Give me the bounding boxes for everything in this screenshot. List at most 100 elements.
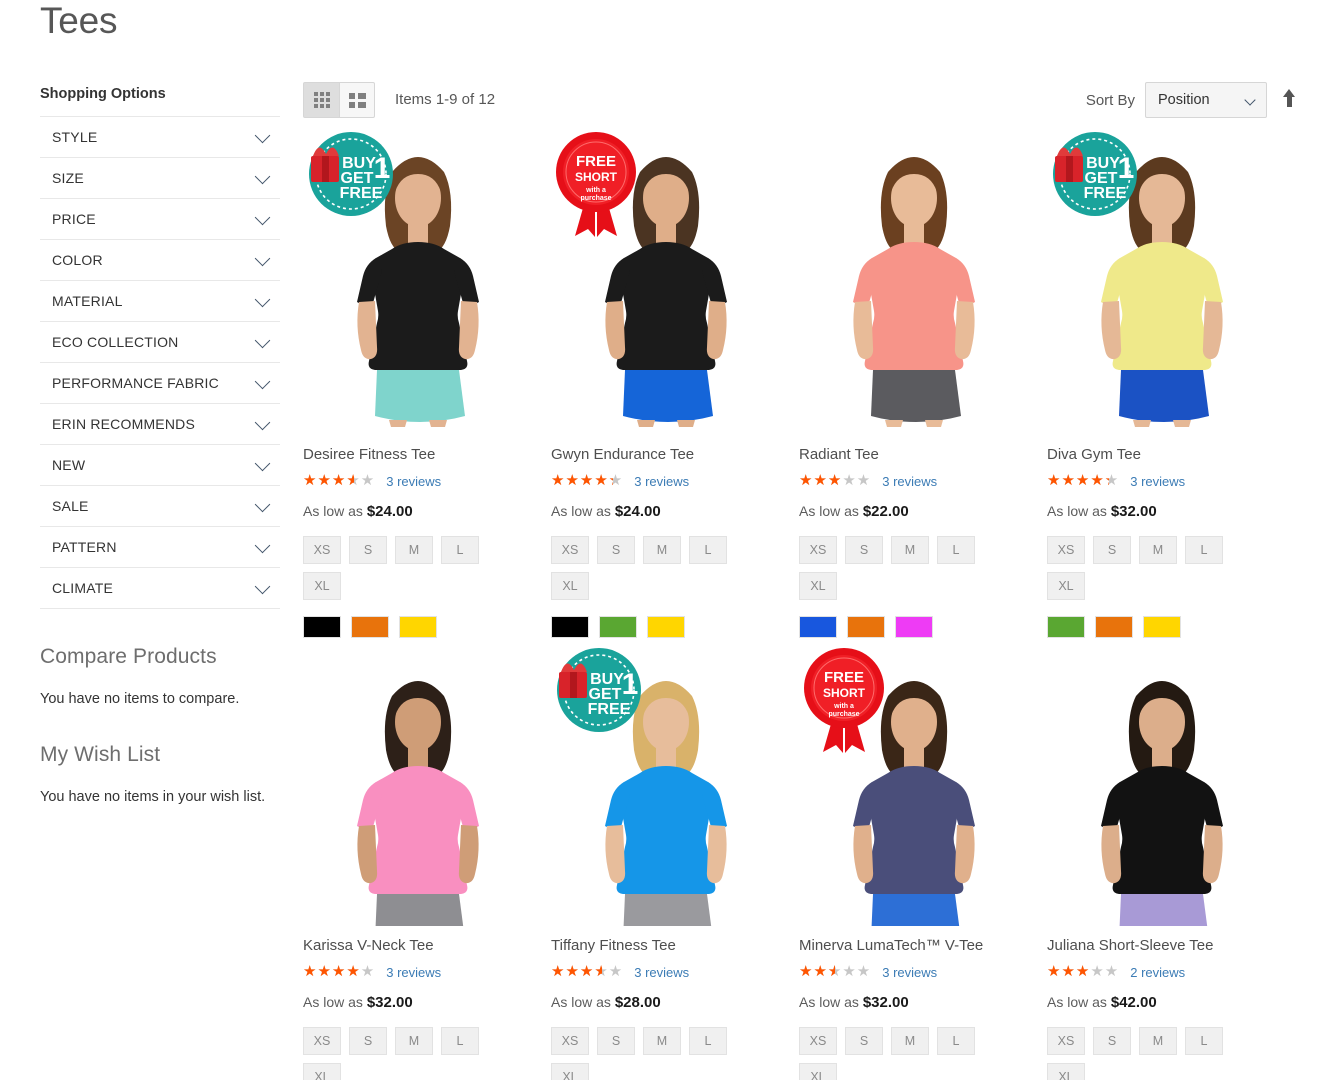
- product-name[interactable]: Gwyn Endurance Tee: [551, 445, 799, 465]
- review-count-link[interactable]: 3 reviews: [882, 474, 937, 489]
- product-name[interactable]: Radiant Tee: [799, 445, 1047, 465]
- size-swatch[interactable]: M: [395, 1027, 433, 1055]
- review-count-link[interactable]: 3 reviews: [386, 965, 441, 980]
- color-swatch[interactable]: [895, 616, 933, 638]
- filter-new[interactable]: NEW: [40, 445, 280, 486]
- filter-size[interactable]: SIZE: [40, 158, 280, 199]
- product-name[interactable]: Diva Gym Tee: [1047, 445, 1295, 465]
- size-swatch[interactable]: XS: [799, 536, 837, 564]
- color-swatch[interactable]: [351, 616, 389, 638]
- size-swatch[interactable]: XS: [303, 536, 341, 564]
- product-image[interactable]: BUY GET 1 FREE: [551, 646, 781, 926]
- size-swatch[interactable]: S: [1093, 536, 1131, 564]
- size-swatch[interactable]: S: [845, 1027, 883, 1055]
- size-swatch[interactable]: S: [1093, 1027, 1131, 1055]
- size-swatch[interactable]: XL: [799, 572, 837, 600]
- sort-ascending-icon[interactable]: [1281, 88, 1299, 112]
- color-swatch[interactable]: [399, 616, 437, 638]
- product-image[interactable]: BUY GET 1 FREE: [1047, 130, 1277, 435]
- product-image[interactable]: [799, 130, 1029, 435]
- color-swatch[interactable]: [1095, 616, 1133, 638]
- color-swatch[interactable]: [647, 616, 685, 638]
- product-name[interactable]: Minerva LumaTech™ V-Tee: [799, 936, 1047, 956]
- size-swatch[interactable]: S: [845, 536, 883, 564]
- size-swatch[interactable]: M: [395, 536, 433, 564]
- product-card[interactable]: FREE SHORT with a purchase Minerva LumaT…: [799, 646, 1047, 1080]
- filter-style[interactable]: STYLE: [40, 117, 280, 158]
- product-name[interactable]: Karissa V-Neck Tee: [303, 936, 551, 956]
- size-swatch[interactable]: L: [1185, 1027, 1223, 1055]
- filter-color[interactable]: COLOR: [40, 240, 280, 281]
- size-swatch[interactable]: XS: [551, 536, 589, 564]
- filter-climate[interactable]: CLIMATE: [40, 568, 280, 609]
- size-swatch[interactable]: XS: [1047, 1027, 1085, 1055]
- size-swatch[interactable]: XL: [1047, 1063, 1085, 1080]
- review-count-link[interactable]: 2 reviews: [1130, 965, 1185, 980]
- color-swatch[interactable]: [303, 616, 341, 638]
- filter-eco-collection[interactable]: ECO COLLECTION: [40, 322, 280, 363]
- product-image[interactable]: [303, 646, 533, 926]
- size-swatch[interactable]: S: [597, 1027, 635, 1055]
- size-swatch[interactable]: L: [937, 536, 975, 564]
- filter-price[interactable]: PRICE: [40, 199, 280, 240]
- size-swatch[interactable]: M: [643, 1027, 681, 1055]
- size-swatch[interactable]: XS: [551, 1027, 589, 1055]
- size-swatch[interactable]: L: [441, 536, 479, 564]
- filter-material[interactable]: MATERIAL: [40, 281, 280, 322]
- size-swatch[interactable]: XS: [1047, 536, 1085, 564]
- color-swatch[interactable]: [847, 616, 885, 638]
- size-swatch[interactable]: XL: [303, 572, 341, 600]
- product-name[interactable]: Tiffany Fitness Tee: [551, 936, 799, 956]
- grid-view-icon[interactable]: [303, 82, 339, 118]
- size-swatch[interactable]: XL: [799, 1063, 837, 1080]
- product-card[interactable]: Juliana Short-Sleeve Tee ★★★★★ ★★★★★ 2 r…: [1047, 646, 1295, 1080]
- review-count-link[interactable]: 3 reviews: [634, 474, 689, 489]
- review-count-link[interactable]: 3 reviews: [1130, 474, 1185, 489]
- size-swatch[interactable]: S: [349, 1027, 387, 1055]
- size-swatch[interactable]: XL: [1047, 572, 1085, 600]
- size-swatch[interactable]: XL: [551, 572, 589, 600]
- color-swatch[interactable]: [551, 616, 589, 638]
- product-card[interactable]: FREE SHORT with a purchase Gwyn Enduranc…: [551, 130, 799, 638]
- filter-sale[interactable]: SALE: [40, 486, 280, 527]
- size-swatch[interactable]: M: [1139, 536, 1177, 564]
- color-swatch[interactable]: [1047, 616, 1085, 638]
- size-swatch[interactable]: L: [689, 536, 727, 564]
- size-swatch[interactable]: L: [1185, 536, 1223, 564]
- size-swatch[interactable]: L: [689, 1027, 727, 1055]
- product-card[interactable]: Radiant Tee ★★★★★ ★★★★★ 3 reviews As low…: [799, 130, 1047, 638]
- size-swatch[interactable]: S: [597, 536, 635, 564]
- product-image[interactable]: FREE SHORT with a purchase: [551, 130, 781, 435]
- product-card[interactable]: BUY GET 1 FREE Desiree Fitness Tee ★★★★★…: [303, 130, 551, 638]
- product-card[interactable]: BUY GET 1 FREE Diva Gym Tee ★★★★★ ★★★★★ …: [1047, 130, 1295, 638]
- list-view-icon[interactable]: [339, 82, 375, 118]
- color-swatch[interactable]: [799, 616, 837, 638]
- product-card[interactable]: BUY GET 1 FREE Tiffany Fitness Tee ★★★★★…: [551, 646, 799, 1080]
- product-image[interactable]: FREE SHORT with a purchase: [799, 646, 1029, 926]
- size-swatch[interactable]: XL: [303, 1063, 341, 1080]
- size-swatch[interactable]: XS: [303, 1027, 341, 1055]
- size-swatch[interactable]: M: [643, 536, 681, 564]
- product-image[interactable]: [1047, 646, 1277, 926]
- sort-by-select[interactable]: Position: [1145, 82, 1267, 118]
- review-count-link[interactable]: 3 reviews: [882, 965, 937, 980]
- filter-pattern[interactable]: PATTERN: [40, 527, 280, 568]
- size-swatch[interactable]: L: [441, 1027, 479, 1055]
- filter-performance-fabric[interactable]: PERFORMANCE FABRIC: [40, 363, 280, 404]
- size-swatch[interactable]: M: [891, 536, 929, 564]
- review-count-link[interactable]: 3 reviews: [386, 474, 441, 489]
- size-swatch[interactable]: M: [891, 1027, 929, 1055]
- product-name[interactable]: Juliana Short-Sleeve Tee: [1047, 936, 1295, 956]
- color-swatch[interactable]: [1143, 616, 1181, 638]
- size-swatch[interactable]: S: [349, 536, 387, 564]
- size-swatch[interactable]: M: [1139, 1027, 1177, 1055]
- product-card[interactable]: Karissa V-Neck Tee ★★★★★ ★★★★★ 3 reviews…: [303, 646, 551, 1080]
- size-swatch[interactable]: L: [937, 1027, 975, 1055]
- size-swatch[interactable]: XL: [551, 1063, 589, 1080]
- review-count-link[interactable]: 3 reviews: [634, 965, 689, 980]
- product-image[interactable]: BUY GET 1 FREE: [303, 130, 533, 435]
- product-name[interactable]: Desiree Fitness Tee: [303, 445, 551, 465]
- size-swatch[interactable]: XS: [799, 1027, 837, 1055]
- color-swatch[interactable]: [599, 616, 637, 638]
- filter-erin-recommends[interactable]: ERIN RECOMMENDS: [40, 404, 280, 445]
